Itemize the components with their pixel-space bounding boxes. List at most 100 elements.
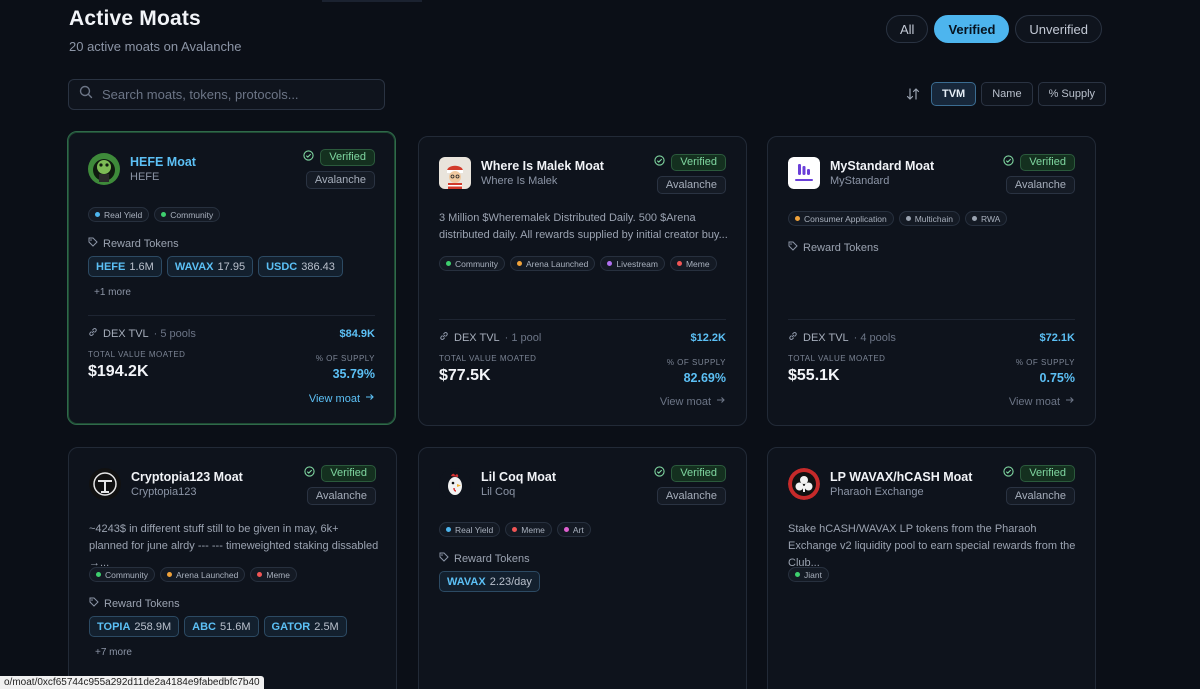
top-divider (322, 0, 422, 2)
tag: RWA (964, 211, 1008, 226)
tag-list: Jiant (788, 567, 829, 582)
page-subtitle: 20 active moats on Avalanche (69, 39, 242, 54)
dex-tvl-value: $12.2K (690, 331, 726, 344)
supply-label: % OF SUPPLY (1015, 358, 1075, 367)
dex-tvl-value: $84.9K (339, 327, 375, 340)
verified-badge: Verified (321, 464, 376, 482)
sort-tvm-button[interactable]: TVM (931, 82, 977, 106)
reward-tokens-label: Reward Tokens (88, 237, 179, 250)
dex-tvl-row: DEX TVL · 1 pool $12.2K (439, 331, 726, 344)
chain-badge: Avalanche (305, 171, 375, 189)
moat-name[interactable]: LP WAVAX/hCASH Moat (830, 470, 972, 484)
moat-name[interactable]: MyStandard Moat (830, 159, 934, 173)
divider (439, 319, 726, 320)
tag-list: Real Yield Meme Art (439, 522, 591, 537)
tag-list: Community Arena Launched Livestream Meme (439, 256, 717, 271)
search-input[interactable] (102, 87, 362, 102)
moat-card-mystandard[interactable]: MyStandard Moat MyStandard Verified Aval… (767, 136, 1096, 426)
verified-badge: Verified (671, 464, 726, 482)
moat-card-where-is-malek[interactable]: Where Is Malek Moat Where Is Malek Verif… (418, 136, 747, 426)
moat-name[interactable]: Lil Coq Moat (481, 470, 556, 484)
verified-badge: Verified (1020, 464, 1075, 482)
moat-name[interactable]: Where Is Malek Moat (481, 159, 604, 173)
view-moat-link[interactable]: View moat (1009, 395, 1075, 408)
check-circle-icon (1003, 464, 1014, 482)
verified-badge: Verified (1020, 153, 1075, 171)
search-box (68, 79, 385, 110)
filter-verified-button[interactable]: Verified (934, 15, 1010, 43)
sort-arrows-icon[interactable] (906, 86, 922, 102)
page-title: Active Moats (69, 7, 201, 30)
tag: Arena Launched (509, 256, 596, 271)
moat-description: 3 Million $Wheremalek Distributed Daily.… (439, 212, 728, 241)
browser-status-url: o/moat/0xcf65744c955a292d11de2a4184e9fab… (0, 676, 264, 689)
reward-token-chip[interactable]: HEFE 1.6M (88, 256, 162, 277)
filter-tabs: All Verified Unverified (886, 15, 1102, 43)
moat-card-lil-coq[interactable]: Lil Coq Moat Lil Coq Verified Avalanche … (418, 447, 747, 689)
tag-list: Real Yield Community (88, 207, 221, 222)
chain-badge: Avalanche (656, 176, 726, 194)
supply-value: 0.75% (1039, 371, 1075, 385)
reward-tokens-label: Reward Tokens (788, 241, 879, 254)
tvm-label: TOTAL VALUE MOATED (88, 350, 186, 359)
chain-badge: Avalanche (1005, 176, 1075, 194)
more-tokens-link[interactable]: +1 more (94, 287, 131, 298)
tag: Consumer Application (788, 211, 894, 226)
sort-supply-button[interactable]: % Supply (1037, 82, 1107, 106)
moat-description: Stake hCASH/WAVAX LP tokens from the Pha… (788, 523, 1076, 569)
check-circle-icon (303, 148, 314, 166)
reward-token-list: WAVAX 2.23/day (439, 571, 540, 592)
tvm-value: $77.5K (439, 367, 491, 384)
filter-all-button[interactable]: All (886, 15, 929, 43)
moat-card-hefe[interactable]: HEFE Moat HEFE Verified Avalanche Real Y… (67, 131, 396, 425)
verified-badge: Verified (671, 153, 726, 171)
chain-badge: Avalanche (1005, 487, 1075, 505)
filter-unverified-button[interactable]: Unverified (1015, 15, 1102, 43)
tag-icon (89, 597, 99, 610)
search-icon (79, 85, 93, 104)
tag: Community (439, 256, 505, 271)
reward-token-list: HEFE 1.6M WAVAX 17.95 USDC 386.43 (88, 256, 343, 277)
view-moat-link[interactable]: View moat (309, 392, 375, 405)
moat-name[interactable]: HEFE Moat (130, 155, 196, 169)
supply-label: % OF SUPPLY (666, 358, 726, 367)
tag-icon (88, 237, 98, 250)
more-tokens-link[interactable]: +7 more (95, 647, 132, 658)
tag: Arena Launched (159, 567, 246, 582)
reward-token-chip[interactable]: USDC 386.43 (258, 256, 343, 277)
link-icon (88, 327, 98, 340)
divider (788, 319, 1075, 320)
link-icon (439, 331, 449, 344)
moat-card-cryptopia123[interactable]: Cryptopia123 Moat Cryptopia123 Verified … (68, 447, 397, 689)
supply-label: % OF SUPPLY (315, 354, 375, 363)
tag: Meme (250, 567, 297, 582)
dex-tvl-value: $72.1K (1039, 331, 1075, 344)
tag-list: Consumer Application Multichain RWA (788, 211, 1008, 226)
cryptopia-logo-icon (89, 468, 121, 500)
moat-subtitle: Cryptopia123 (131, 486, 197, 498)
tvm-value: $55.1K (788, 367, 840, 384)
tag: Community (154, 207, 221, 222)
moat-description: ~4243$ in different stuff still to be gi… (89, 523, 379, 569)
tag: Real Yield (88, 207, 150, 222)
link-icon (788, 331, 798, 344)
reward-tokens-label: Reward Tokens (89, 597, 180, 610)
tag: Jiant (788, 567, 829, 582)
moat-name[interactable]: Cryptopia123 Moat (131, 470, 243, 484)
reward-token-chip[interactable]: WAVAX 2.23/day (439, 571, 540, 592)
chain-badge: Avalanche (306, 487, 376, 505)
reward-token-chip[interactable]: ABC 51.6M (184, 616, 259, 637)
dex-tvl-row: DEX TVL · 4 pools $72.1K (788, 331, 1075, 344)
reward-token-chip[interactable]: WAVAX 17.95 (166, 256, 254, 277)
check-circle-icon (1003, 153, 1014, 171)
reward-token-chip[interactable]: TOPIA 258.9M (89, 616, 180, 637)
sort-name-button[interactable]: Name (981, 82, 1033, 106)
view-moat-link[interactable]: View moat (660, 395, 726, 408)
moat-subtitle: MyStandard (830, 175, 890, 187)
frog-avatar-icon (88, 153, 120, 185)
moat-card-lp-wavax-hcash[interactable]: LP WAVAX/hCASH Moat Pharaoh Exchange Ver… (767, 447, 1096, 689)
tvm-label: TOTAL VALUE MOATED (788, 354, 886, 363)
tvm-label: TOTAL VALUE MOATED (439, 354, 537, 363)
check-circle-icon (654, 153, 665, 171)
reward-token-chip[interactable]: GATOR 2.5M (263, 616, 347, 637)
